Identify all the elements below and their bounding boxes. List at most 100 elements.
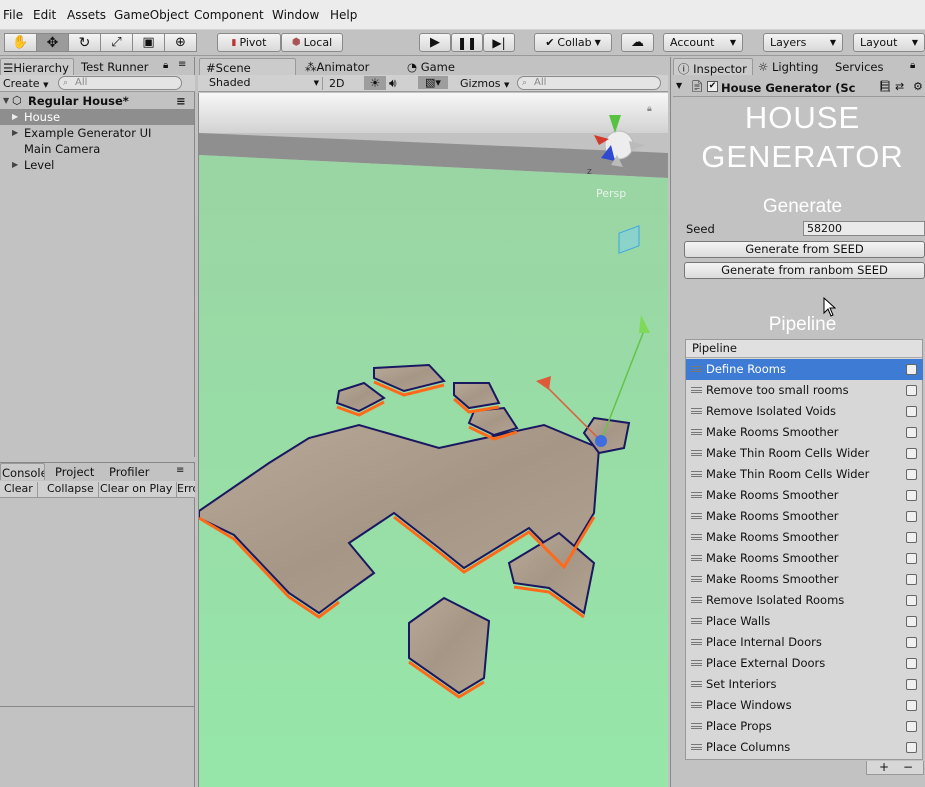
drag-handle-icon[interactable] — [691, 408, 702, 414]
drag-handle-icon[interactable] — [691, 429, 702, 435]
settings-icon[interactable]: ⇄ — [895, 80, 904, 93]
pipeline-item[interactable]: Place Props — [686, 716, 923, 737]
pipeline-item-checkbox[interactable] — [906, 658, 917, 669]
hierarchy-item-main-camera[interactable]: Main Camera — [0, 141, 194, 157]
scene-root-row[interactable]: ▼ ⬡ Regular House* ≡ — [0, 93, 194, 109]
drag-handle-icon[interactable] — [691, 723, 702, 729]
pause-button[interactable]: ❚❚ — [451, 33, 483, 52]
pivot-toggle[interactable]: ▮ Pivot — [217, 33, 281, 52]
transform-tool-button[interactable]: ⊕ — [164, 33, 197, 52]
console-divider[interactable] — [0, 706, 195, 707]
layers-dropdown[interactable]: Layers ▼ — [763, 33, 843, 52]
pipeline-item-checkbox[interactable] — [906, 511, 917, 522]
drag-handle-icon[interactable] — [691, 681, 702, 687]
error-pause-button[interactable]: Error — [173, 482, 195, 497]
menu-file[interactable]: File — [3, 8, 23, 22]
rotate-tool-button[interactable]: ↻ — [68, 33, 101, 52]
component-enabled-checkbox[interactable]: ✔ — [707, 81, 718, 92]
pipeline-item[interactable]: Remove Isolated Voids — [686, 401, 923, 422]
hand-tool-button[interactable]: ✋ — [4, 33, 37, 52]
seed-input[interactable]: 58200 — [803, 221, 925, 236]
menu-icon[interactable]: ≡ — [178, 59, 186, 70]
pipeline-item[interactable]: Place Columns — [686, 737, 923, 758]
layout-dropdown[interactable]: Layout ▼ — [853, 33, 925, 52]
pipeline-item-checkbox[interactable] — [906, 364, 917, 375]
pipeline-item[interactable]: Make Rooms Smoother — [686, 569, 923, 590]
tab-hierarchy[interactable]: ☰Hierarchy — [0, 58, 74, 75]
tab-profiler[interactable]: Profiler — [109, 463, 150, 480]
add-item-button[interactable]: + — [879, 761, 889, 773]
drag-handle-icon[interactable] — [691, 660, 702, 666]
pipeline-item-checkbox[interactable] — [906, 637, 917, 648]
pipeline-item-checkbox[interactable] — [906, 469, 917, 480]
collab-dropdown[interactable]: ✔ Collab ▼ — [534, 33, 612, 52]
generate-from-seed-button[interactable]: Generate from SEED — [684, 241, 925, 258]
drag-handle-icon[interactable] — [691, 366, 702, 372]
menu-help[interactable]: Help — [330, 8, 357, 22]
pipeline-item-checkbox[interactable] — [906, 679, 917, 690]
menu-window[interactable]: Window — [272, 8, 319, 22]
menu-icon[interactable]: ≡ — [176, 93, 186, 109]
drag-handle-icon[interactable] — [691, 534, 702, 540]
hierarchy-search-input[interactable]: ⌕ All — [58, 76, 182, 90]
drag-handle-icon[interactable] — [691, 744, 702, 750]
pipeline-item[interactable]: Make Thin Room Cells Wider — [686, 443, 923, 464]
tab-animator[interactable]: ⁂Animator — [305, 58, 369, 75]
drag-handle-icon[interactable] — [691, 450, 702, 456]
hierarchy-item-level[interactable]: ▶ Level — [0, 157, 194, 173]
pipeline-item-checkbox[interactable] — [906, 406, 917, 417]
pipeline-item-checkbox[interactable] — [906, 595, 917, 606]
pipeline-item-checkbox[interactable] — [906, 490, 917, 501]
pipeline-item-checkbox[interactable] — [906, 532, 917, 543]
tab-inspector[interactable]: ⓘ Inspector — [673, 58, 753, 76]
tab-test-runner[interactable]: Test Runner — [81, 58, 148, 75]
shading-mode-dropdown[interactable]: Shaded ▼ — [201, 77, 323, 90]
drag-handle-icon[interactable] — [691, 387, 702, 393]
2d-toggle[interactable]: 2D — [329, 77, 344, 90]
rect-tool-button[interactable]: ▣ — [132, 33, 165, 52]
menu-gameobject[interactable]: GameObject — [114, 8, 189, 22]
drag-handle-icon[interactable] — [691, 492, 702, 498]
collapsed-arrow-icon[interactable]: ▶ — [12, 109, 18, 125]
pipeline-item[interactable]: Make Rooms Smoother — [686, 548, 923, 569]
scene-search-input[interactable]: ⌕ All — [517, 76, 661, 90]
pipeline-item-checkbox[interactable] — [906, 553, 917, 564]
pipeline-item[interactable]: Make Rooms Smoother — [686, 527, 923, 548]
hierarchy-item-example-generator-ui[interactable]: ▶ Example Generator UI — [0, 125, 194, 141]
drag-handle-icon[interactable] — [691, 513, 702, 519]
pipeline-item[interactable]: Make Rooms Smoother — [686, 506, 923, 527]
pipeline-item[interactable]: Remove Isolated Rooms — [686, 590, 923, 611]
lock-icon[interactable]: 🔒︎ — [163, 60, 168, 71]
drag-handle-icon[interactable] — [691, 639, 702, 645]
account-dropdown[interactable]: Account ▼ — [663, 33, 743, 52]
audio-toggle-icon[interactable]: 🔊︎ — [389, 76, 397, 91]
menu-icon[interactable]: ≡ — [176, 465, 184, 476]
expanded-arrow-icon[interactable]: ▼ — [3, 93, 9, 109]
lock-icon[interactable]: 🔒︎ — [910, 60, 915, 71]
pipeline-item[interactable]: Define Rooms — [686, 359, 923, 380]
drag-handle-icon[interactable] — [691, 597, 702, 603]
scene-viewport[interactable]: z Persp 🔒︎ — [198, 93, 668, 787]
create-dropdown[interactable]: Create ▼ — [3, 77, 48, 90]
remove-item-button[interactable]: − — [903, 761, 913, 773]
play-button[interactable]: ▶ — [419, 33, 451, 52]
cloud-button[interactable]: ☁ — [621, 33, 654, 52]
menu-assets[interactable]: Assets — [67, 8, 106, 22]
gear-icon[interactable]: ⚙ — [913, 80, 923, 93]
drag-handle-icon[interactable] — [691, 576, 702, 582]
expanded-arrow-icon[interactable]: ▼ — [676, 81, 682, 90]
tab-console[interactable]: Console — [0, 463, 45, 480]
pipeline-item-checkbox[interactable] — [906, 427, 917, 438]
menu-component[interactable]: Component — [194, 8, 264, 22]
clear-on-play-button[interactable]: Clear on Play — [96, 482, 178, 497]
pipeline-item[interactable]: Place Windows — [686, 695, 923, 716]
collapsed-arrow-icon[interactable]: ▶ — [12, 157, 18, 173]
pipeline-item-checkbox[interactable] — [906, 721, 917, 732]
pipeline-item[interactable]: Place Walls — [686, 611, 923, 632]
clear-button[interactable]: Clear — [0, 482, 38, 497]
pipeline-item-checkbox[interactable] — [906, 616, 917, 627]
pipeline-item[interactable]: Make Rooms Smoother — [686, 422, 923, 443]
drag-handle-icon[interactable] — [691, 555, 702, 561]
drag-handle-icon[interactable] — [691, 471, 702, 477]
pipeline-item[interactable]: Place Internal Doors — [686, 632, 923, 653]
